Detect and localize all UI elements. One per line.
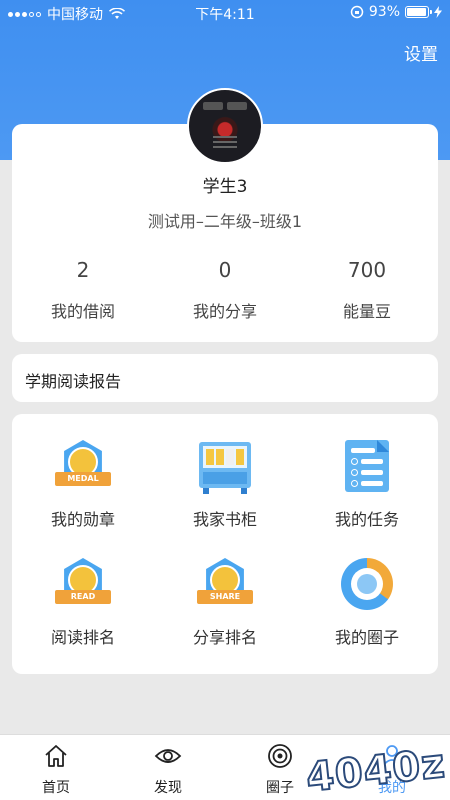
battery-icon <box>405 6 432 18</box>
charging-icon <box>434 6 442 18</box>
share-book-icon: SHARE <box>197 558 253 614</box>
stat-value: 0 <box>218 258 232 282</box>
grid-item-label: 阅读排名 <box>50 628 115 647</box>
medal-icon: MEDAL <box>55 440 111 496</box>
circle-ring-icon <box>339 558 395 614</box>
read-trophy-icon: READ <box>55 558 111 614</box>
grid-item-medals[interactable]: MEDAL 我的勋章 <box>12 440 154 530</box>
stat-borrowed[interactable]: 2 我的借阅 <box>12 258 154 322</box>
grid-item-label: 我的任务 <box>334 510 399 529</box>
bookshelf-icon <box>197 440 253 496</box>
battery-percent: 93% <box>368 4 400 20</box>
grid-item-share-rank[interactable]: SHARE 分享排名 <box>154 558 296 648</box>
task-list-icon <box>339 440 395 496</box>
class-name: 测试用–二年级–班级1 <box>147 212 303 231</box>
stat-value: 2 <box>76 258 90 282</box>
reading-report-card[interactable]: 学期阅读报告 <box>12 354 438 402</box>
medal-badge-label: MEDAL <box>55 472 111 486</box>
home-icon <box>45 745 67 767</box>
grid-item-tasks[interactable]: 我的任务 <box>296 440 438 530</box>
grid-item-my-circle[interactable]: 我的圈子 <box>296 558 438 648</box>
status-bar: 中国移动 下午4:11 93% <box>0 0 450 26</box>
eye-icon <box>154 749 182 763</box>
stat-energy-beans[interactable]: 700 能量豆 <box>296 258 438 322</box>
feature-grid: MEDAL 我的勋章 我家书柜 我的任务 READ 阅读排名 SHARE 分享排… <box>12 414 438 674</box>
tab-label: 发现 <box>154 780 182 796</box>
stat-value: 700 <box>347 258 387 282</box>
grid-item-label: 我的圈子 <box>334 628 399 647</box>
stat-label: 我的分享 <box>192 302 257 321</box>
avatar[interactable] <box>187 88 263 164</box>
reading-report-title: 学期阅读报告 <box>25 372 122 391</box>
circles-icon <box>268 744 292 768</box>
settings-button[interactable]: 设置 <box>404 40 438 65</box>
rotation-lock-icon <box>350 5 364 19</box>
tab-home[interactable]: 首页 <box>0 743 112 797</box>
grid-item-bookshelf[interactable]: 我家书柜 <box>154 440 296 530</box>
student-name: 学生3 <box>202 177 248 197</box>
read-badge-label: READ <box>55 590 111 604</box>
grid-item-label: 分享排名 <box>192 628 257 647</box>
stat-shared[interactable]: 0 我的分享 <box>154 258 296 322</box>
tab-label: 首页 <box>42 780 70 796</box>
grid-item-label: 我家书柜 <box>192 510 257 529</box>
share-badge-label: SHARE <box>197 590 253 604</box>
tab-discover[interactable]: 发现 <box>112 743 224 797</box>
grid-item-reading-rank[interactable]: READ 阅读排名 <box>12 558 154 648</box>
grid-item-label: 我的勋章 <box>50 510 115 529</box>
stat-label: 能量豆 <box>342 302 391 321</box>
stat-label: 我的借阅 <box>50 302 115 321</box>
